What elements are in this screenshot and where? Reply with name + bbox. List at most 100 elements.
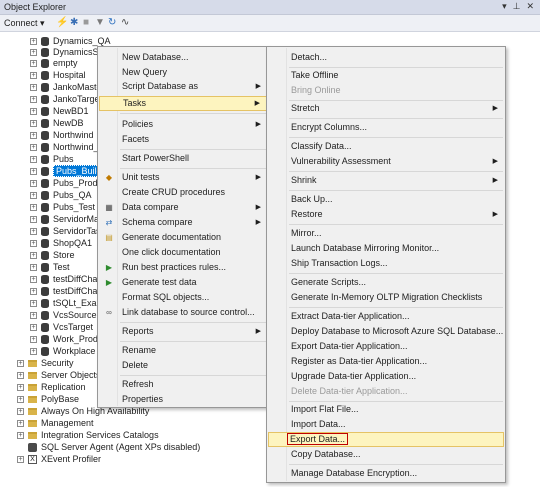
tree-node-database[interactable]: + testDiffCha <box>30 274 97 285</box>
menu-encrypt-columns[interactable]: Encrypt Columns... <box>268 120 504 135</box>
menu-deploy-to-azure[interactable]: Deploy Database to Microsoft Azure SQL D… <box>268 324 504 339</box>
menu-manage-encryption[interactable]: Manage Database Encryption... <box>268 466 504 481</box>
refresh-icon[interactable]: ↻ <box>108 17 116 29</box>
expand-icon[interactable]: + <box>30 216 37 224</box>
menu-create-crud-procedures[interactable]: Create CRUD procedures <box>99 185 267 200</box>
tree-node-database[interactable]: + Work_Prod <box>30 334 98 345</box>
tree-node-folder[interactable]: + Integration Services Catalogs <box>17 430 159 441</box>
menu-oltp-migration-checklists[interactable]: Generate In-Memory OLTP Migration Checkl… <box>268 290 504 305</box>
tree-node-database[interactable]: + DynamicsS <box>30 47 99 58</box>
activity-icon[interactable]: ∿ <box>121 17 129 29</box>
expand-icon[interactable]: + <box>30 300 37 308</box>
menu-rename[interactable]: Rename <box>99 343 267 358</box>
expand-icon[interactable]: + <box>30 120 37 128</box>
tree-node-database[interactable]: + ShopQA1 <box>30 238 92 249</box>
expand-icon[interactable]: + <box>17 432 24 440</box>
menu-ship-transaction-logs[interactable]: Ship Transaction Logs... <box>268 256 504 271</box>
tree-node-database[interactable]: + tSQLt_Exam <box>30 298 104 309</box>
expand-icon[interactable]: + <box>17 408 24 416</box>
menu-export-data-tier[interactable]: Export Data-tier Application... <box>268 339 504 354</box>
menu-generate-scripts[interactable]: Generate Scripts... <box>268 275 504 290</box>
expand-icon[interactable]: + <box>30 144 37 152</box>
menu-delete-data-tier[interactable]: Delete Data-tier Application... <box>268 384 504 399</box>
tree-node-database[interactable]: + Store <box>30 250 75 261</box>
expand-icon[interactable]: + <box>30 180 37 188</box>
menu-export-data[interactable]: Export Data... <box>268 432 504 447</box>
tree-node-database[interactable]: + Hospital <box>30 70 86 81</box>
menu-new-database[interactable]: New Database... <box>99 50 267 65</box>
menu-shrink[interactable]: Shrink ▶ <box>268 173 504 188</box>
expand-icon[interactable]: + <box>30 84 37 92</box>
tree-node-database[interactable]: + Pubs_Produ <box>30 178 103 189</box>
filter-icon[interactable]: ▼ <box>95 17 105 29</box>
tree-node-database[interactable]: + Northwind <box>30 130 94 141</box>
menu-stretch[interactable]: Stretch ▶ <box>268 101 504 116</box>
tree-node-folder[interactable]: + Replication <box>17 382 86 393</box>
expand-icon[interactable]: + <box>30 276 37 284</box>
tree-node-xevent[interactable]: + X XEvent Profiler <box>17 454 101 465</box>
tree-node-folder[interactable]: + Server Objects <box>17 370 101 381</box>
expand-icon[interactable]: + <box>30 60 37 68</box>
expand-icon[interactable]: + <box>30 336 37 344</box>
menu-mirror[interactable]: Mirror... <box>268 226 504 241</box>
expand-icon[interactable]: + <box>30 252 37 260</box>
menu-facets[interactable]: Facets <box>99 132 267 147</box>
menu-launch-mirroring-monitor[interactable]: Launch Database Mirroring Monitor... <box>268 241 504 256</box>
expand-icon[interactable]: + <box>30 324 37 332</box>
menu-copy-database[interactable]: Copy Database... <box>268 447 504 462</box>
expand-icon[interactable]: + <box>30 240 37 248</box>
menu-start-powershell[interactable]: Start PowerShell <box>99 151 267 166</box>
tree-node-database[interactable]: + JankoMaste <box>30 82 102 93</box>
menu-link-source-control[interactable]: ∞ Link database to source control... <box>99 305 267 320</box>
tree-node-folder[interactable]: + Security <box>17 358 74 369</box>
menu-properties[interactable]: Properties <box>99 392 267 407</box>
tree-node-folder[interactable]: + Management <box>17 418 94 429</box>
tree-node-folder[interactable]: + PolyBase <box>17 394 79 405</box>
tree-node-database[interactable]: + Pubs <box>30 154 74 165</box>
tree-node-database[interactable]: + empty <box>30 58 78 69</box>
menu-classify-data[interactable]: Classify Data... <box>268 139 504 154</box>
connect-icon[interactable]: ⚡ <box>56 17 68 29</box>
tree-node-database[interactable]: + VcsTarget <box>30 322 93 333</box>
tree-node-database[interactable]: + ServidorMa <box>30 214 99 225</box>
dropdown-icon[interactable]: ▾ <box>502 1 507 12</box>
menu-back-up[interactable]: Back Up... <box>268 192 504 207</box>
expand-icon[interactable]: + <box>30 132 37 140</box>
tree-node-database[interactable]: + Workplace <box>30 346 95 357</box>
expand-icon[interactable]: + <box>30 38 37 46</box>
expand-icon[interactable]: + <box>30 49 37 57</box>
expand-icon[interactable]: + <box>30 228 37 236</box>
tree-node-agent[interactable]: SQL Server Agent (Agent XPs disabled) <box>28 442 200 453</box>
stop-icon[interactable]: ■ <box>83 17 89 29</box>
tree-node-database[interactable]: + Pubs_Test <box>30 202 95 213</box>
tree-node-database[interactable]: + NewBD1 <box>30 106 89 117</box>
tree-node-database[interactable]: + Pubs_QA <box>30 190 92 201</box>
menu-unit-tests[interactable]: ◆ Unit tests ▶ <box>99 170 267 185</box>
menu-bring-online[interactable]: Bring Online <box>268 83 504 98</box>
tree-node-database[interactable]: + Test <box>30 262 70 273</box>
menu-generate-documentation[interactable]: ▤ Generate documentation <box>99 230 267 245</box>
expand-icon[interactable]: + <box>30 192 37 200</box>
expand-icon[interactable]: + <box>17 372 24 380</box>
tree-node-database[interactable]: + Northwind_ <box>30 142 99 153</box>
menu-schema-compare[interactable]: ⇄ Schema compare ▶ <box>99 215 267 230</box>
menu-extract-data-tier[interactable]: Extract Data-tier Application... <box>268 309 504 324</box>
expand-icon[interactable]: + <box>30 204 37 212</box>
menu-reports[interactable]: Reports ▶ <box>99 324 267 339</box>
expand-icon[interactable]: + <box>17 396 24 404</box>
menu-import-flat-file[interactable]: Import Flat File... <box>268 402 504 417</box>
expand-icon[interactable]: + <box>30 348 37 356</box>
menu-tasks[interactable]: Tasks ▶ <box>99 96 267 111</box>
menu-run-best-practices-rules[interactable]: ▶ Run best practices rules... <box>99 260 267 275</box>
tree-node-database[interactable]: + VcsSource <box>30 310 97 321</box>
expand-icon[interactable]: + <box>30 108 37 116</box>
tree-node-database[interactable]: + JankoTarge <box>30 94 100 105</box>
expand-icon[interactable]: + <box>17 360 24 368</box>
connect-button[interactable]: Connect ▾ <box>4 18 45 29</box>
menu-take-offline[interactable]: Take Offline <box>268 68 504 83</box>
tree-node-database-selected[interactable]: + Pubs_Build <box>30 165 105 177</box>
menu-refresh[interactable]: Refresh <box>99 377 267 392</box>
menu-detach[interactable]: Detach... <box>268 50 504 65</box>
menu-upgrade-data-tier[interactable]: Upgrade Data-tier Application... <box>268 369 504 384</box>
expand-icon[interactable]: + <box>17 384 24 392</box>
